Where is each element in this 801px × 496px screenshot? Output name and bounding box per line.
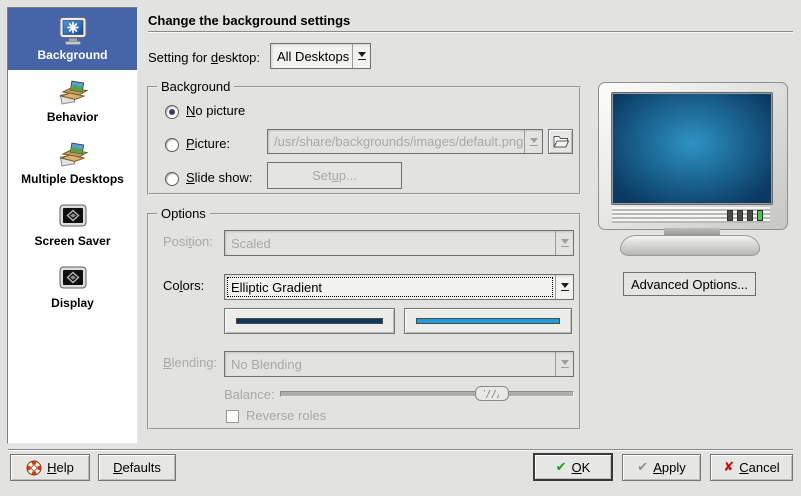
background-group-title: Background bbox=[157, 79, 234, 94]
balance-slider bbox=[280, 391, 574, 397]
apply-label: Apply bbox=[653, 460, 686, 475]
sidebar-item-behavior[interactable]: Behavior bbox=[8, 70, 137, 132]
screen-saver-icon bbox=[56, 202, 90, 232]
colors-label: Colors: bbox=[163, 278, 204, 293]
defaults-label: Defaults bbox=[113, 460, 161, 475]
apply-button[interactable]: ✔ Apply bbox=[622, 454, 701, 481]
monitor-base bbox=[620, 235, 760, 256]
life-ring-icon bbox=[26, 460, 42, 476]
chevron-down-icon bbox=[524, 130, 542, 153]
chevron-down-icon bbox=[555, 275, 573, 299]
defaults-button[interactable]: Defaults bbox=[98, 454, 176, 481]
browse-picture-button[interactable] bbox=[548, 129, 573, 154]
slide-show-label: Slide show: bbox=[186, 170, 252, 185]
balance-label: Balance: bbox=[224, 387, 275, 402]
cancel-label: Cancel bbox=[739, 460, 779, 475]
sidebar-item-label: Screen Saver bbox=[34, 234, 110, 248]
module-list: Background Behavior bbox=[7, 7, 138, 444]
sidebar-item-background[interactable]: Background bbox=[8, 8, 137, 70]
header-separator bbox=[148, 31, 793, 33]
picture-label: Picture: bbox=[186, 136, 230, 151]
position-label: Position: bbox=[163, 234, 213, 249]
sidebar-item-label: Display bbox=[51, 296, 94, 310]
slide-show-radio[interactable] bbox=[165, 172, 179, 186]
sidebar-item-screen-saver[interactable]: Screen Saver bbox=[8, 194, 137, 256]
display-icon bbox=[56, 264, 90, 294]
blending-select: No Blending bbox=[224, 351, 574, 377]
chevron-down-icon bbox=[352, 44, 370, 68]
ok-button[interactable]: ✔ OK bbox=[533, 453, 613, 481]
ok-label: OK bbox=[572, 460, 591, 475]
colors-select[interactable]: Elliptic Gradient bbox=[224, 274, 574, 300]
picture-path-select: /usr/share/backgrounds/images/default.pn… bbox=[267, 129, 543, 154]
color1-swatch bbox=[236, 318, 383, 324]
setting-for-desktop-label: Setting for desktop: bbox=[148, 50, 260, 65]
check-icon: ✔ bbox=[637, 461, 648, 474]
page-title: Change the background settings bbox=[148, 13, 350, 28]
no-picture-radio[interactable] bbox=[165, 105, 179, 119]
chevron-down-icon bbox=[555, 352, 573, 376]
grip-icon bbox=[484, 390, 499, 398]
monitor-screen bbox=[611, 92, 773, 205]
color1-button[interactable] bbox=[224, 308, 395, 334]
check-icon: ✔ bbox=[556, 461, 567, 474]
options-group: Options Position: Scaled Colors: Ellipti… bbox=[147, 213, 581, 430]
help-label: Help bbox=[47, 460, 74, 475]
help-button[interactable]: Help bbox=[10, 454, 90, 481]
no-picture-label: No picture bbox=[186, 103, 245, 118]
sidebar-item-label: Background bbox=[37, 48, 107, 62]
color2-swatch bbox=[416, 318, 560, 324]
chevron-down-icon bbox=[555, 231, 573, 255]
balance-slider-handle bbox=[475, 386, 509, 401]
options-group-title: Options bbox=[157, 206, 210, 221]
sidebar-item-multiple-desktops[interactable]: Multiple Desktops bbox=[8, 132, 137, 194]
reverse-roles-label: Reverse roles bbox=[246, 408, 326, 423]
position-select: Scaled bbox=[224, 230, 574, 256]
cross-icon: ✘ bbox=[723, 461, 734, 474]
background-settings-dialog: Background Behavior bbox=[0, 0, 801, 496]
multiple-desktops-icon bbox=[56, 140, 90, 170]
picture-radio[interactable] bbox=[165, 138, 179, 152]
open-folder-icon bbox=[552, 134, 569, 149]
kde-background-icon bbox=[56, 16, 90, 46]
reverse-roles-checkbox bbox=[226, 410, 239, 423]
desktop-select[interactable]: All Desktops bbox=[270, 43, 371, 69]
sidebar-item-label: Behavior bbox=[47, 110, 98, 124]
sidebar-item-label: Multiple Desktops bbox=[21, 172, 124, 186]
background-group: Background No picture Picture: /usr/shar… bbox=[147, 86, 581, 195]
cancel-button[interactable]: ✘ Cancel bbox=[710, 454, 793, 481]
desktop-behavior-icon bbox=[56, 78, 90, 108]
color2-button[interactable] bbox=[404, 308, 572, 334]
blending-label: Blending: bbox=[163, 355, 217, 370]
setup-button: Setup... bbox=[267, 162, 402, 189]
footer-separator bbox=[8, 449, 793, 451]
monitor-indicator-lights bbox=[727, 210, 763, 221]
advanced-options-button[interactable]: Advanced Options... bbox=[623, 272, 756, 296]
sidebar-item-display[interactable]: Display bbox=[8, 256, 137, 318]
